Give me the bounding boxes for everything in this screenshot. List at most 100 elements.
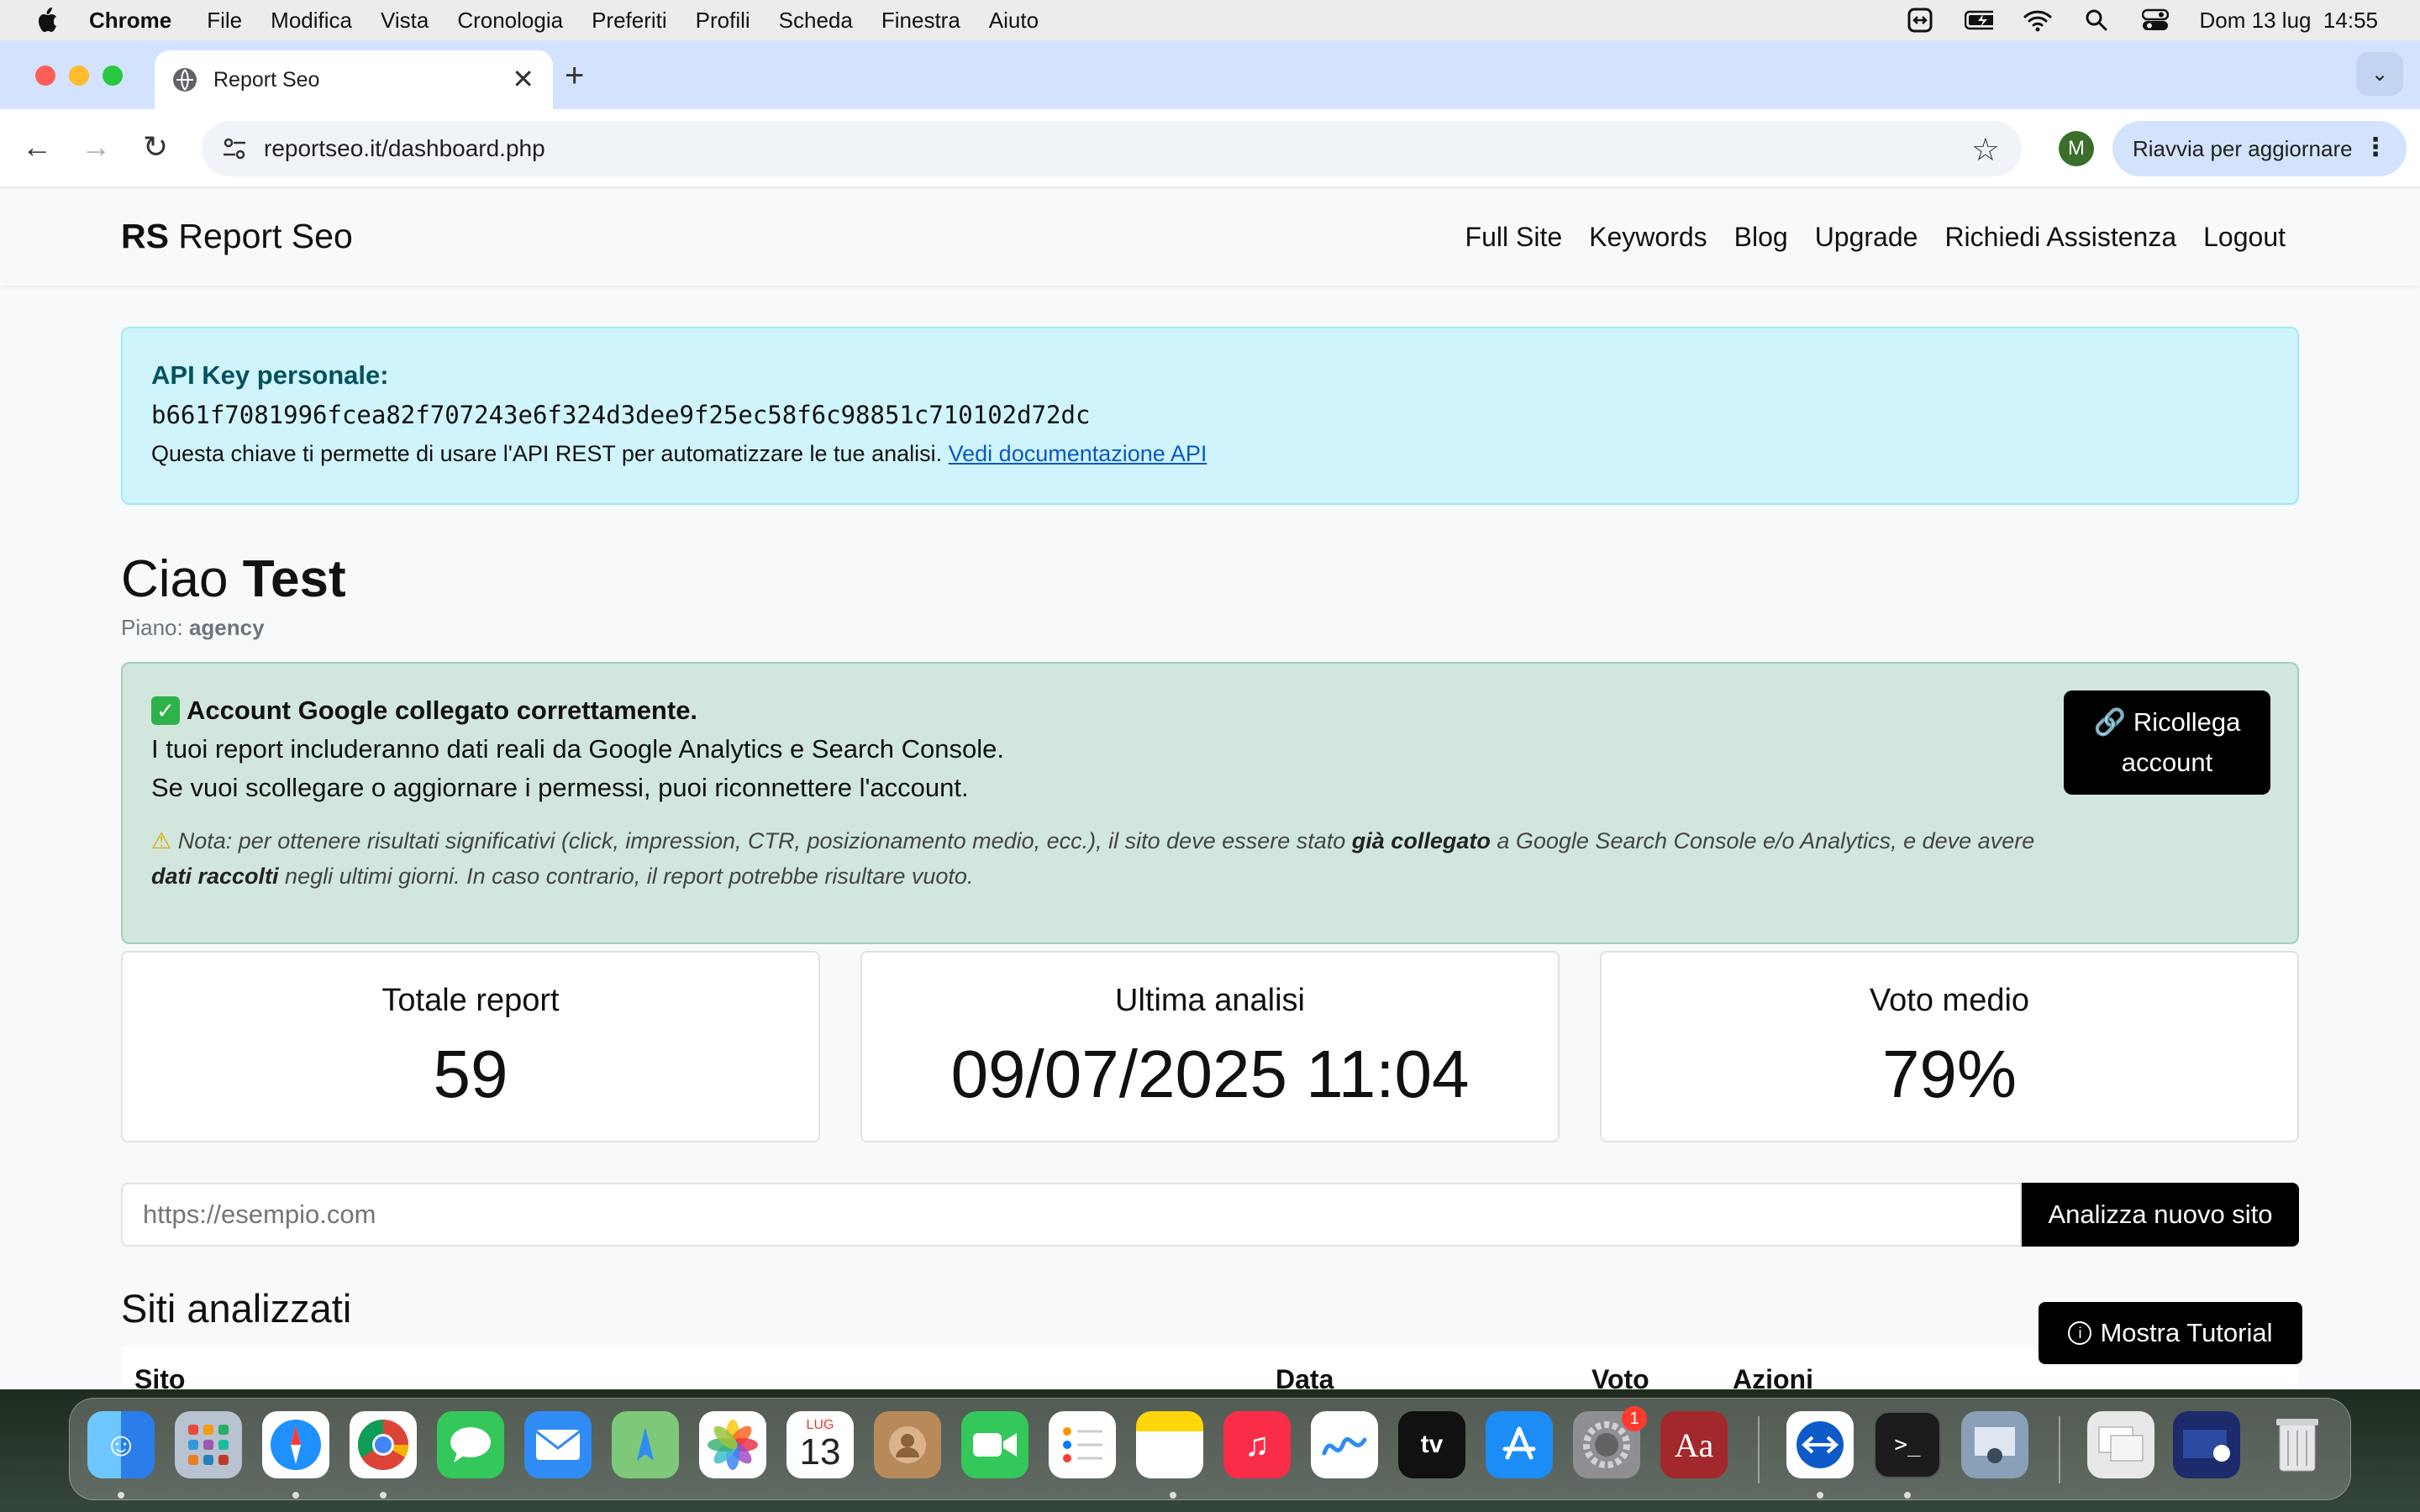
stat-value: 09/07/2025 11:04 [950,1037,1470,1111]
spotlight-search-icon[interactable] [2082,8,2111,33]
nav-upgrade[interactable]: Upgrade [1815,222,1918,253]
terminal-icon[interactable]: >_ [1874,1411,1941,1478]
window-minimize-button[interactable] [69,66,89,86]
downloads-stack-icon[interactable] [2087,1411,2154,1478]
window-zoom-button[interactable] [103,66,123,86]
messages-icon[interactable] [437,1411,504,1478]
freeform-icon[interactable] [1311,1411,1378,1478]
api-desc-text: Questa chiave ti permette di usare l'API… [151,441,949,466]
profile-avatar[interactable]: M [2059,131,2094,166]
maps-icon[interactable] [612,1411,679,1478]
running-indicator [1817,1492,1823,1499]
menu-modifica[interactable]: Modifica [271,8,352,34]
bookmark-star-icon[interactable]: ☆ [1971,131,2000,169]
col-header-voto[interactable]: Voto [1591,1364,1649,1389]
browser-toolbar: ← → ↻ reportseo.it/dashboard.php ☆ M Ria… [0,109,2420,188]
user-name: Test [242,550,346,608]
apple-tv-icon[interactable]: tv [1398,1411,1465,1478]
tutorial-label: Mostra Tutorial [2100,1318,2273,1347]
app-store-icon[interactable] [1486,1411,1553,1478]
macos-menu-bar: Chrome File Modifica Vista Cronologia Pr… [0,0,2420,40]
api-doc-link[interactable]: Vedi documentazione API [949,441,1207,466]
browser-tab-strip: Report Seo ✕ + ⌄ [0,40,2420,109]
api-key-alert: API Key personale: b661f7081996fcea82f70… [121,327,2299,505]
nav-blog[interactable]: Blog [1734,222,1788,253]
documents-stack-icon[interactable] [2173,1411,2240,1478]
analyze-site-button[interactable]: Analizza nuovo sito [2022,1183,2299,1247]
menu-chrome[interactable]: Chrome [89,8,171,34]
back-arrow-icon[interactable]: ← [22,129,52,165]
chrome-icon[interactable] [350,1411,417,1478]
relaunch-update-button[interactable]: Riavvia per aggiornare ⋮ [2112,121,2407,176]
dictionary-icon[interactable]: Aa [1660,1411,1728,1478]
site-url-input[interactable] [121,1183,2022,1247]
menu-aiuto[interactable]: Aiuto [989,8,1039,34]
new-tab-plus-icon[interactable]: + [565,57,584,95]
tab-search-chevron-down-icon[interactable]: ⌄ [2356,52,2403,96]
note-text-a: Nota: per ottenere risultati significati… [177,828,1352,853]
note-text-e: negli ultimi giorni. In caso contrario, … [278,864,974,889]
contacts-icon[interactable] [874,1411,941,1478]
launchpad-icon[interactable] [175,1411,242,1478]
battery-icon[interactable] [1964,8,1993,33]
nav-full-site[interactable]: Full Site [1465,222,1563,253]
control-center-icon[interactable] [2141,8,2170,33]
web-page: RS Report Seo Full Site Keywords Blog Up… [0,188,2420,1389]
photos-icon[interactable] [699,1411,766,1478]
relink-account-button[interactable]: 🔗 Ricollega account [2064,690,2270,795]
site-brand[interactable]: RS Report Seo [121,217,353,256]
relink-label-2: account [2121,748,2213,777]
google-info-line-1: I tuoi report includeranno dati reali da… [151,734,1004,764]
mail-icon[interactable] [524,1411,592,1478]
stat-card-total-reports: Totale report 59 [121,951,820,1142]
safari-icon[interactable] [262,1411,329,1478]
site-nav-links: Full Site Keywords Blog Upgrade Richiedi… [1465,222,2286,253]
trash-icon[interactable] [2264,1411,2331,1478]
finder-icon[interactable]: ☺ [87,1411,155,1478]
api-key-value[interactable]: b661f7081996fcea82f707243e6f324d3dee9f25… [151,401,2269,429]
menu-profili[interactable]: Profili [696,8,750,34]
note-text-d: dati raccolti [151,864,279,889]
forward-arrow-icon[interactable]: → [81,129,111,165]
reminders-icon[interactable] [1049,1411,1116,1478]
check-mark-icon: ✓ [151,696,180,725]
site-info-tune-icon[interactable] [222,136,247,161]
running-indicator [380,1492,387,1499]
apple-logo-icon[interactable] [34,6,59,34]
reload-icon[interactable]: ↻ [143,129,168,165]
calendar-icon[interactable]: LUG 13 [786,1411,854,1478]
show-tutorial-button[interactable]: i Mostra Tutorial [2039,1302,2302,1364]
teamviewer-status-icon[interactable] [1906,8,1934,33]
url-text[interactable]: reportseo.it/dashboard.php [264,135,545,162]
nav-richiedi-assistenza[interactable]: Richiedi Assistenza [1944,222,2176,253]
kebab-menu-icon[interactable]: ⋮ [2363,133,2388,162]
globe-favicon-icon [173,68,197,92]
notes-icon[interactable] [1136,1411,1203,1478]
col-header-data[interactable]: Data [1276,1364,1334,1389]
browser-tab-active[interactable]: Report Seo ✕ [155,50,553,109]
menu-vista[interactable]: Vista [381,8,429,34]
preview-icon[interactable] [1961,1411,2028,1478]
facetime-icon[interactable] [961,1411,1028,1478]
window-close-button[interactable] [35,66,55,86]
col-header-sito[interactable]: Sito [134,1364,185,1389]
music-icon[interactable]: ♫ [1223,1411,1291,1478]
menu-finestra[interactable]: Finestra [881,8,960,34]
address-bar[interactable]: reportseo.it/dashboard.php ☆ [202,121,2022,176]
menu-preferiti[interactable]: Preferiti [592,8,667,34]
plan-label: Piano: [121,615,189,640]
google-account-alert: ✓ Account Google collegato correttamente.… [121,662,2299,944]
settings-badge: 1 [1622,1406,1647,1431]
menu-scheda[interactable]: Scheda [779,8,853,34]
menu-file[interactable]: File [207,8,242,34]
tab-close-icon[interactable]: ✕ [512,66,534,92]
nav-keywords[interactable]: Keywords [1589,222,1707,253]
calendar-day: 13 [799,1431,841,1473]
note-text-b: già collegato [1351,828,1491,853]
teamviewer-icon[interactable] [1786,1411,1854,1478]
google-connected-title: Account Google collegato correttamente. [187,696,698,725]
nav-logout[interactable]: Logout [2203,222,2286,253]
menubar-clock[interactable]: Dom 13 lug 14:55 [2200,8,2378,34]
menu-cronologia[interactable]: Cronologia [457,8,563,34]
wifi-icon[interactable] [2023,8,2052,33]
